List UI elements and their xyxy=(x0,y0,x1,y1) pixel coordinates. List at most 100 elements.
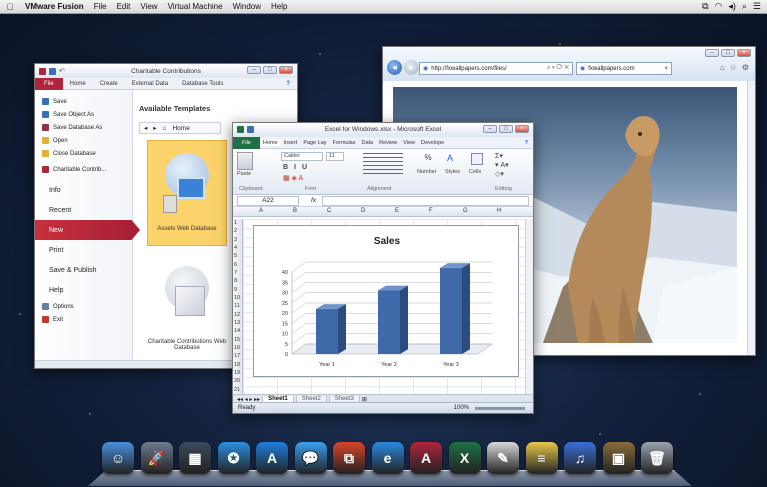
column-header[interactable]: C xyxy=(327,208,331,214)
menu-help[interactable]: Help xyxy=(266,2,292,11)
maximize-button[interactable]: □ xyxy=(499,125,513,133)
row-header[interactable]: 6 xyxy=(234,261,237,269)
close-button[interactable]: × xyxy=(737,49,751,57)
apple-icon[interactable]:  xyxy=(0,2,20,12)
tab-review[interactable]: Review xyxy=(376,140,400,146)
section-info[interactable]: Info xyxy=(35,180,132,200)
column-header[interactable]: H xyxy=(497,208,501,214)
section-new[interactable]: New xyxy=(35,220,140,240)
row-header[interactable]: 10 xyxy=(234,294,240,302)
home-icon[interactable]: ⌂ xyxy=(163,125,167,132)
menu-save-database-as[interactable]: Save Database As xyxy=(35,121,132,134)
notification-list-icon[interactable]: ☰ xyxy=(753,1,761,12)
menu-app-name[interactable]: VMware Fusion xyxy=(20,2,89,11)
menu-edit[interactable]: Edit xyxy=(112,2,136,11)
row-header[interactable]: 18 xyxy=(234,361,240,369)
paste-icon[interactable] xyxy=(237,152,253,170)
wifi-icon[interactable]: ◠ xyxy=(715,1,723,12)
menu-window[interactable]: Window xyxy=(228,2,266,11)
menu-recent-database[interactable]: Charitable Contrib... xyxy=(35,163,132,176)
section-print[interactable]: Print xyxy=(35,240,132,260)
maximize-button[interactable]: □ xyxy=(263,66,277,74)
tab-create[interactable]: Create xyxy=(93,81,125,87)
column-header[interactable]: D xyxy=(361,208,365,214)
help-icon[interactable]: ? xyxy=(518,140,533,146)
font-color-icon[interactable]: ▦ ◈ A xyxy=(283,174,303,182)
help-icon[interactable]: ? xyxy=(279,81,297,87)
excel-icon[interactable]: X xyxy=(448,442,481,474)
template-charitable-contributions[interactable]: Charitable Contributions Web Database xyxy=(147,260,227,366)
row-header[interactable]: 7 xyxy=(234,269,237,277)
textedit-icon[interactable]: ✎ xyxy=(487,442,519,474)
row-header[interactable]: 15 xyxy=(234,336,240,344)
minimize-button[interactable]: – xyxy=(705,49,719,57)
row-header[interactable]: 9 xyxy=(234,286,237,294)
row-header[interactable]: 14 xyxy=(234,327,240,335)
access-icon[interactable]: A xyxy=(410,442,442,474)
alignment-icons[interactable] xyxy=(363,153,403,175)
home-icon[interactable]: ⌂ xyxy=(720,63,725,72)
column-header[interactable]: E xyxy=(395,208,399,214)
safari-icon[interactable]: ✪ xyxy=(217,442,250,474)
menu-close-database[interactable]: Close Database xyxy=(35,147,132,160)
forward-icon[interactable]: ▸ xyxy=(153,124,156,132)
tab-view[interactable]: View xyxy=(400,140,418,146)
number-format-icon[interactable]: % xyxy=(421,153,435,165)
tab-page-layout[interactable]: Page Lay xyxy=(300,140,329,146)
tools-gear-icon[interactable]: ⚙ xyxy=(742,63,749,72)
menu-open[interactable]: Open xyxy=(35,134,132,147)
tab-insert[interactable]: Insert xyxy=(281,140,301,146)
vertical-scrollbar[interactable] xyxy=(525,219,533,394)
volume-icon[interactable]: ◂) xyxy=(728,1,736,12)
row-header[interactable]: 21 xyxy=(234,386,240,394)
finder-icon[interactable]: ☺ xyxy=(102,442,134,474)
menu-file[interactable]: File xyxy=(89,2,112,11)
menu-exit[interactable]: Exit xyxy=(35,313,132,326)
forward-button[interactable]: ▸ xyxy=(404,60,419,75)
nav-home-label[interactable]: Home xyxy=(172,125,189,132)
favorites-star-icon[interactable]: ☆ xyxy=(730,63,737,72)
column-header[interactable]: B xyxy=(293,208,297,214)
close-button[interactable]: × xyxy=(515,125,529,133)
font-size-select[interactable]: 11 xyxy=(326,152,344,161)
menu-save[interactable]: Save xyxy=(35,95,132,108)
vmware-status-icon[interactable]: ⧉ xyxy=(702,1,708,12)
tab-database-tools[interactable]: Database Tools xyxy=(175,81,230,87)
row-header[interactable]: 13 xyxy=(234,319,240,327)
row-header[interactable]: 16 xyxy=(234,344,240,352)
zoom-slider[interactable] xyxy=(475,406,525,410)
internet-explorer-icon[interactable]: e xyxy=(371,442,404,474)
row-header[interactable]: 11 xyxy=(234,302,240,310)
tab-formulas[interactable]: Formulas xyxy=(330,140,359,146)
tab-home[interactable]: Home xyxy=(63,81,93,87)
notes-icon[interactable]: ≡ xyxy=(525,442,558,474)
maximize-button[interactable]: □ xyxy=(721,49,735,57)
styles-icon[interactable]: A xyxy=(447,153,459,165)
row-header[interactable]: 2 xyxy=(234,227,237,235)
editing-icons[interactable]: Σ▾ ▾ A▾ ◇▾ xyxy=(495,152,509,179)
browser-tab[interactable]: ◉ fxwallpapers.com × xyxy=(576,62,672,75)
row-header[interactable]: 17 xyxy=(234,352,240,360)
tab-external-data[interactable]: External Data xyxy=(125,81,175,87)
menu-view[interactable]: View xyxy=(135,2,162,11)
section-help[interactable]: Help xyxy=(35,280,132,300)
section-save-publish[interactable]: Save & Publish xyxy=(35,260,132,280)
iphoto-icon[interactable]: ▣ xyxy=(602,442,635,474)
vertical-scrollbar[interactable] xyxy=(747,81,755,355)
back-icon[interactable]: ◂ xyxy=(144,124,147,132)
tab-file[interactable]: File xyxy=(35,77,63,90)
row-header[interactable]: 3 xyxy=(234,236,237,244)
spotlight-icon[interactable]: ⌕ xyxy=(742,1,747,12)
column-header[interactable]: F xyxy=(429,208,433,214)
close-button[interactable]: × xyxy=(279,66,293,74)
section-recent[interactable]: Recent xyxy=(35,200,132,220)
font-format-icons[interactable]: BIU xyxy=(283,164,313,171)
app-store-icon[interactable]: A xyxy=(256,442,288,474)
row-header[interactable]: 8 xyxy=(234,277,237,285)
search-icon[interactable]: ⌕ ▾ ⟳ ✕ xyxy=(547,65,572,72)
tab-home[interactable]: Home xyxy=(259,139,281,146)
font-name-select[interactable]: Calibri xyxy=(281,152,323,161)
zoom-level[interactable]: 100% xyxy=(454,405,469,411)
menu-save-object-as[interactable]: Save Object As xyxy=(35,108,132,121)
tab-close-icon[interactable]: × xyxy=(664,66,671,72)
